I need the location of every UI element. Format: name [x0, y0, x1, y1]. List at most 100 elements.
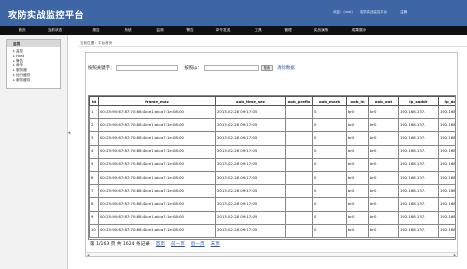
nav-item-command[interactable]: 命令发送 [210, 28, 236, 33]
table-cell-ip-saddr: 192.168.137. [398, 170, 439, 186]
nav-item-report[interactable]: 报告 [86, 28, 106, 33]
table-row[interactable]: 4 00:25:90:67:87:70:88:4b:e1:ab:a7:1e:08:… [89, 144, 455, 159]
table-cell-oob-in: br0 [346, 157, 369, 172]
breadcrumb: 当前位置：平台首页 [78, 38, 467, 47]
first-page-link[interactable]: 首页 [156, 241, 165, 247]
table-row[interactable]: 1 00:25:90:67:87:70:88:4b:e1:ab:a7:1e:08:… [89, 104, 455, 120]
table-cell-oob-time-sec: 2013-02-28 09:17:05 [215, 184, 286, 199]
scroll-left-icon[interactable]: ◀ [87, 253, 89, 257]
table-cell-oob-out: br0 [368, 118, 399, 133]
table-cell-id: 1 [89, 104, 99, 120]
column-header[interactable]: oob_in [346, 96, 369, 106]
last-page-link[interactable]: 末页 [211, 241, 220, 247]
pagination: 第 1/163 页 共 1624 条记录 首页 前一页 后一页 末页 [90, 241, 223, 247]
column-header[interactable]: oob_out [368, 96, 399, 106]
table-cell-oob-time-sec: 2013-02-28 09:17:05 [215, 223, 286, 238]
table-row[interactable]: 3 00:25:90:67:87:70:88:4b:e1:ab:a7:1e:08:… [89, 131, 455, 146]
table-cell-oob-mark: 0 [312, 197, 347, 212]
table-cell-ip-saddr: 192.168.137. [398, 184, 439, 199]
keyword-input[interactable] [116, 64, 179, 71]
column-header[interactable]: oob_mark [312, 96, 347, 106]
table-cell-oob-prefix [285, 131, 313, 146]
table-cell-ip-daddr: 192.168.137. [438, 118, 455, 133]
prev-page-link[interactable]: 前一页 [171, 241, 185, 247]
table-cell-ip-saddr: 192.168.137. [398, 104, 439, 120]
table-cell-oob-time-sec: 2013-02-28 09:17:05 [215, 170, 286, 186]
scroll-right-icon[interactable]: ▶ [454, 253, 456, 257]
search-bar: 按照关键字： 按照ip： 搜索 清除数据 [88, 63, 295, 72]
table-cell-oob-prefix [285, 184, 313, 199]
nav-item-status[interactable]: 当前状态 [42, 28, 68, 33]
column-header[interactable]: oob_time_sec [215, 96, 286, 106]
table-cell-frame-mac: 00:25:90:67:87:70:88:4b:e1:ab:a7:1e:08:0… [98, 144, 216, 159]
nav-item-alert[interactable]: 警告 [180, 28, 200, 33]
table-cell-frame-mac: 00:25:90:67:87:70:88:4b:e1:ab:a7:1e:08:0… [98, 223, 216, 238]
table-cell-oob-in: br0 [346, 197, 369, 212]
sidebar-collapse-icon[interactable]: ◂ [67, 130, 71, 136]
table-cell-oob-in: br0 [346, 223, 369, 238]
horizontal-scrollbar[interactable]: ◀ ▶ [86, 252, 457, 257]
column-header[interactable]: frame_mac [98, 96, 216, 106]
nav-item-drill[interactable]: 实战演练 [308, 28, 334, 33]
table-cell-oob-mark: 0 [312, 170, 347, 186]
ip-input[interactable] [203, 64, 259, 71]
table-row[interactable]: 7 00:25:90:67:87:70:88:4b:e1:ab:a7:1e:08:… [89, 184, 455, 199]
table-cell-id: 2 [89, 118, 99, 133]
table-cell-id: 7 [89, 184, 99, 199]
table-cell-oob-in: br0 [346, 170, 369, 186]
table-cell-oob-mark: 0 [312, 223, 347, 238]
logout-link[interactable]: 注销 [400, 9, 407, 14]
table-cell-oob-out: br0 [368, 223, 399, 238]
table-cell-oob-in: br0 [346, 118, 369, 133]
column-header[interactable]: ip_daddr [438, 96, 455, 106]
table-cell-ip-daddr: 192.168.137. [438, 197, 455, 212]
table-cell-oob-time-sec: 2013-02-28 09:17:05 [215, 210, 286, 225]
page-info: 第 1/163 页 共 1624 条记录 [90, 242, 150, 247]
table-cell-frame-mac: 00:25:90:67:87:70:88:4b:e1:ab:a7:1e:08:0… [98, 104, 216, 120]
table-cell-oob-prefix [285, 197, 313, 212]
column-header[interactable]: id [89, 96, 99, 106]
sidebar-panel: 监视 监控 Host 警告 命令 服务器 运行缓存 服务缓存 [6, 39, 61, 89]
search-button[interactable]: 搜索 [260, 64, 274, 71]
table-row[interactable]: 9 00:25:90:67:87:70:88:4b:e1:ab:a7:1e:08:… [89, 210, 455, 225]
table-cell-oob-mark: 0 [312, 131, 347, 146]
sidebar-item-service-cache[interactable]: 服务缓存 [13, 78, 60, 83]
table-row[interactable]: 6 00:25:90:67:87:70:88:4b:e1:ab:a7:1e:08:… [89, 170, 455, 186]
table-cell-id: 3 [89, 131, 99, 146]
table-cell-ip-daddr: 192.168.137. [438, 157, 455, 172]
main-nav: 首页 当前状态 报告 系统 监测 警告 命令发送 工具 管理 实战演练 成果展示 [0, 26, 467, 35]
column-header[interactable]: ip_saddr [398, 96, 439, 106]
clear-data-link[interactable]: 清除数据 [277, 65, 295, 71]
table-cell-oob-out: br0 [368, 184, 399, 199]
table-cell-oob-prefix [285, 223, 313, 238]
table-cell-oob-mark: 0 [312, 144, 347, 159]
table-cell-oob-prefix [285, 170, 313, 186]
table-cell-ip-saddr: 192.168.137. [398, 197, 439, 212]
table-header-row: id frame_mac oob_time_sec oob_prefix oob… [89, 96, 455, 106]
table-cell-frame-mac: 00:25:90:67:87:70:88:4b:e1:ab:a7:1e:08:0… [98, 157, 216, 172]
table-cell-oob-time-sec: 2013-02-28 09:17:05 [215, 144, 286, 159]
table-row[interactable]: 8 00:25:90:67:87:70:88:4b:e1:ab:a7:1e:08:… [89, 197, 455, 212]
table-cell-oob-in: br0 [346, 104, 369, 120]
table-cell-oob-out: br0 [368, 144, 399, 159]
table-row[interactable]: 10 00:25:90:67:87:70:88:4b:e1:ab:a7:1e:08… [89, 223, 455, 238]
table-cell-oob-out: br0 [368, 131, 399, 146]
table-row[interactable]: 5 00:25:90:67:87:70:88:4b:e1:ab:a7:1e:08:… [89, 157, 455, 172]
nav-item-monitor[interactable]: 监测 [150, 28, 170, 33]
main-area: 当前位置：平台首页 按照关键字： 按照ip： 搜索 清除数据 id frame_ [78, 35, 467, 269]
table-cell-oob-mark: 0 [312, 210, 347, 225]
table-cell-ip-daddr: 192.168.137. [438, 131, 455, 146]
nav-item-tools[interactable]: 工具 [248, 28, 268, 33]
column-header[interactable]: oob_prefix [285, 96, 313, 106]
next-page-link[interactable]: 后一页 [191, 241, 205, 247]
sidebar: 监视 监控 Host 警告 命令 服务器 运行缓存 服务缓存 [0, 35, 68, 269]
table-row[interactable]: 2 00:25:90:67:87:70:88:4b:e1:ab:a7:1e:08:… [89, 118, 455, 133]
sidebar-title: 监视 [7, 40, 60, 47]
table-cell-ip-saddr: 192.168.137. [398, 144, 439, 159]
nav-item-manage[interactable]: 管理 [278, 28, 298, 33]
nav-item-system[interactable]: 系统 [118, 28, 138, 33]
nav-item-home[interactable]: 首页 [12, 28, 32, 33]
table-cell-oob-mark: 0 [312, 104, 347, 120]
table-cell-frame-mac: 00:25:90:67:87:70:88:4b:e1:ab:a7:1e:08:0… [98, 197, 216, 212]
nav-item-results[interactable]: 成果展示 [346, 28, 372, 33]
